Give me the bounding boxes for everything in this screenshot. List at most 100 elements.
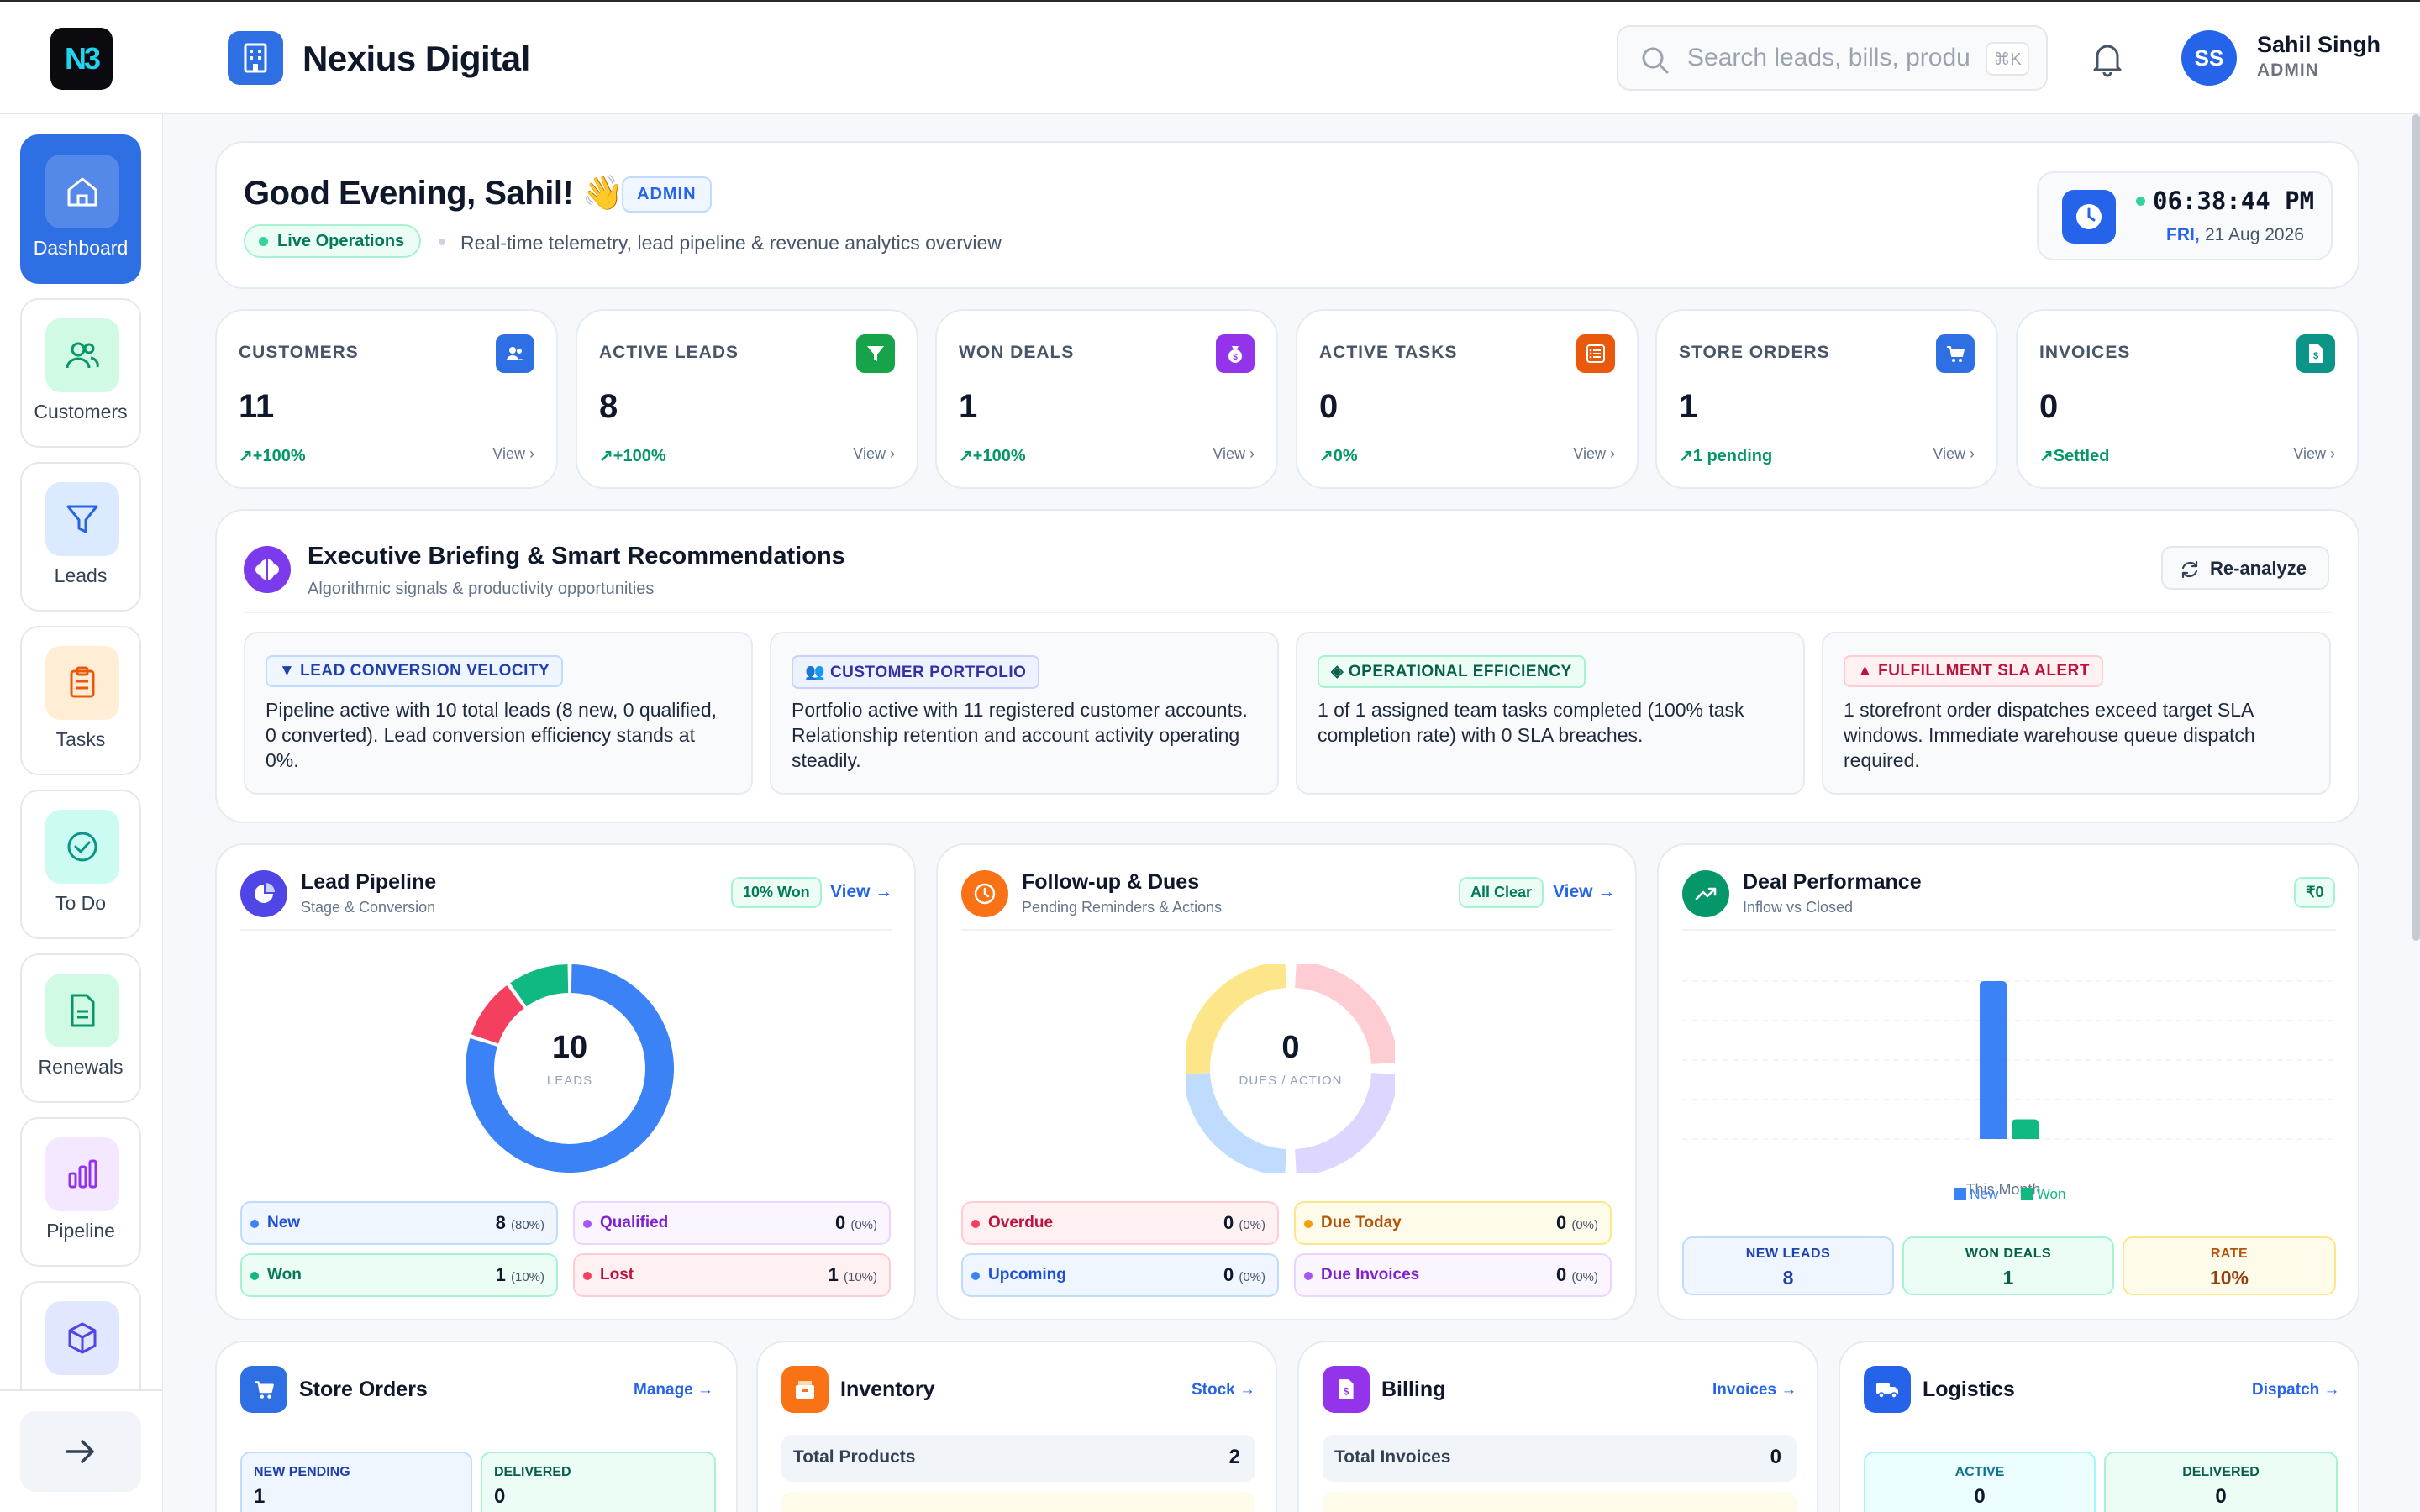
kpi-view-link[interactable]: View › <box>1213 445 1255 463</box>
inventory-row-partial <box>781 1492 1255 1512</box>
svg-text:$: $ <box>1233 353 1238 362</box>
cube-icon <box>45 1301 119 1375</box>
rec-tag: 👥 CUSTOMER PORTFOLIO <box>792 655 1040 689</box>
refresh-icon <box>2181 560 2198 579</box>
sidebar-item-pipeline[interactable]: Pipeline <box>20 1117 141 1267</box>
legend-dot <box>250 1272 259 1280</box>
pipeline-donut-chart <box>466 964 674 1173</box>
brain-icon <box>244 546 291 593</box>
pie-chart-icon <box>240 870 287 917</box>
followup-center-value: 0 <box>1281 1030 1300 1065</box>
box-icon <box>781 1366 829 1413</box>
sidebar-item-tasks[interactable]: Tasks <box>20 626 141 775</box>
reanalyze-label: Re-analyze <box>2210 558 2307 579</box>
briefing-subtitle: Algorithmic signals & productivity oppor… <box>308 580 655 598</box>
search-input[interactable]: Search leads, bills, produ <box>1687 44 1981 72</box>
sidebar-item-customers[interactable]: Customers <box>20 298 141 448</box>
kpi-active-tasks[interactable]: ACTIVE TASKS 0 ↗0% View › <box>1296 309 1639 489</box>
logistics-delivered-stat: DELIVERED 0 <box>2104 1452 2338 1512</box>
kpi-view-link[interactable]: View › <box>1933 445 1975 463</box>
kpi-customers[interactable]: CUSTOMERS 11 ↗+100% View › <box>215 309 558 489</box>
trend-up-icon: ↗ <box>2039 447 2054 465</box>
legend-due-invoices[interactable]: Due Invoices 0 (0%) <box>1294 1253 1612 1297</box>
kpi-view-link[interactable]: View › <box>853 445 895 463</box>
donut-segment-2[interactable] <box>510 964 569 1007</box>
bar-won[interactable] <box>2012 1119 2039 1140</box>
bell-icon[interactable] <box>2091 40 2124 77</box>
top-bar: N3 Nexius Digital Search leads, bills, p… <box>0 0 2420 114</box>
followup-view-link[interactable]: View → <box>1553 882 1615 902</box>
avatar[interactable]: SS <box>2181 30 2237 86</box>
brand-name: Nexius Digital <box>302 39 530 78</box>
invoice-icon: $ <box>2296 334 2335 373</box>
sidebar-item-renewals[interactable]: Renewals <box>20 953 141 1103</box>
rec-operational-efficiency[interactable]: ◈ OPERATIONAL EFFICIENCY 1 of 1 assigned… <box>1296 632 1805 795</box>
building-icon <box>228 31 283 85</box>
bar-chart-icon <box>45 1137 119 1211</box>
scrollbar-thumb[interactable] <box>2412 114 2420 941</box>
kpi-delta: ↗+100% <box>599 447 666 465</box>
trend-up-icon: ↗ <box>1679 447 1693 465</box>
clock-live-dot <box>2136 197 2145 206</box>
trend-up-icon: ↗ <box>599 447 613 465</box>
rec-text: Pipeline active with 10 total leads (8 n… <box>266 699 717 771</box>
greeting: Good Evening, Sahil! 👋 <box>244 175 624 212</box>
logistics-dispatch-link[interactable]: Dispatch → <box>2252 1381 2340 1399</box>
legend-dot <box>583 1220 592 1228</box>
rec-text: 1 of 1 assigned team tasks completed (10… <box>1318 699 1744 746</box>
legend-qualified[interactable]: Qualified 0 (0%) <box>573 1201 891 1245</box>
kpi-title: WON DEALS <box>959 343 1075 362</box>
legend-won[interactable]: Won 1 (10%) <box>240 1253 558 1297</box>
divider <box>1682 929 2336 931</box>
kpi-view-link[interactable]: View › <box>1573 445 1615 463</box>
cart-icon <box>240 1366 287 1413</box>
logistics-active-stat: ACTIVE 0 <box>1864 1452 2096 1512</box>
pipeline-center-value: 10 <box>551 1030 588 1065</box>
collapse-sidebar-button[interactable] <box>20 1411 141 1492</box>
followup-card: Follow-up & Dues Pending Reminders & Act… <box>936 843 1637 1320</box>
sidebar-item-todo[interactable]: To Do <box>20 790 141 939</box>
sidebar-item-products[interactable] <box>20 1281 141 1390</box>
separator-dot <box>439 239 445 245</box>
rec-fulfillment-sla[interactable]: ▲ FULFILLMENT SLA ALERT 1 storefront ord… <box>1822 632 2331 795</box>
kpi-active-leads[interactable]: ACTIVE LEADS 8 ↗+100% View › <box>576 309 918 489</box>
kpi-view-link[interactable]: View › <box>492 445 534 463</box>
kpi-store-orders[interactable]: STORE ORDERS 1 ↗1 pending View › <box>1655 309 1998 489</box>
clock-icon <box>2062 190 2116 244</box>
app-logo[interactable]: N3 <box>50 28 113 90</box>
rec-lead-conversion[interactable]: ▼ LEAD CONVERSION VELOCITY Pipeline acti… <box>244 632 753 795</box>
sidebar-item-dashboard[interactable]: Dashboard <box>20 134 141 284</box>
sidebar-item-leads[interactable]: Leads <box>20 462 141 612</box>
legend-lost[interactable]: Lost 1 (10%) <box>573 1253 891 1297</box>
billing-invoices-link[interactable]: Invoices → <box>1712 1381 1797 1399</box>
live-dot <box>259 237 268 246</box>
sidebar-item-label: Pipeline <box>46 1220 115 1242</box>
legend-upcoming[interactable]: Upcoming 0 (0%) <box>961 1253 1279 1297</box>
kpi-invoices[interactable]: INVOICES $ 0 ↗Settled View › <box>2016 309 2359 489</box>
store-manage-link[interactable]: Manage → <box>634 1381 713 1399</box>
followup-center-label: DUES / ACTION <box>1239 1074 1343 1088</box>
document-icon <box>45 974 119 1047</box>
bar-new[interactable] <box>1980 981 2007 1139</box>
legend-due-today[interactable]: Due Today 0 (0%) <box>1294 1201 1612 1245</box>
kpi-view-link[interactable]: View › <box>2293 445 2335 463</box>
pipeline-subtitle: Stage & Conversion <box>301 899 436 916</box>
store-delivered-stat: DELIVERED 0 <box>481 1452 716 1512</box>
kpi-value: 1 <box>1679 388 1698 425</box>
billing-card: $ Billing Invoices → Total Invoices 0 <box>1297 1341 1818 1512</box>
legend-overdue[interactable]: Overdue 0 (0%) <box>961 1201 1279 1245</box>
pipeline-view-link[interactable]: View → <box>830 882 892 902</box>
legend-new[interactable]: New 8 (80%) <box>240 1201 558 1245</box>
reanalyze-button[interactable]: Re-analyze <box>2161 546 2329 590</box>
funnel-icon <box>856 334 895 373</box>
rec-customer-portfolio[interactable]: 👥 CUSTOMER PORTFOLIO Portfolio active wi… <box>770 632 1279 795</box>
divider <box>961 929 1613 931</box>
global-search[interactable]: Search leads, bills, produ ⌘K <box>1617 25 2048 91</box>
legend-dot <box>1304 1220 1313 1228</box>
legend-dot <box>971 1272 980 1280</box>
kpi-won-deals[interactable]: WON DEALS $ 1 ↗+100% View › <box>935 309 1278 489</box>
live-badge: Live Operations <box>244 224 422 258</box>
inventory-stock-link[interactable]: Stock → <box>1192 1381 1255 1399</box>
inventory-card: Inventory Stock → Total Products 2 <box>756 1341 1277 1512</box>
search-shortcut: ⌘K <box>1986 42 2029 76</box>
